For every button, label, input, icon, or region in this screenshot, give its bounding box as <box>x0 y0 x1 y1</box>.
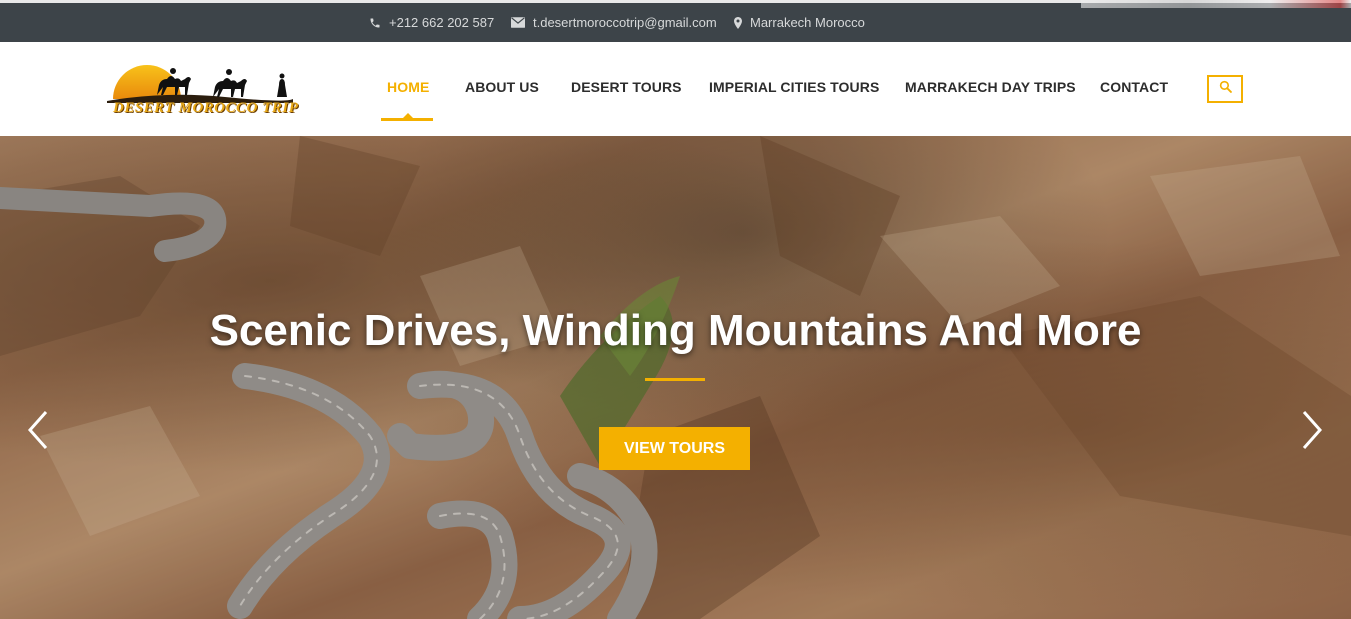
view-tours-button[interactable]: VIEW TOURS <box>599 427 750 470</box>
site-logo[interactable]: DESERT MOROCCO TRIP <box>105 57 299 119</box>
nav-item-desert-tours[interactable]: DESERT TOURS <box>571 79 682 95</box>
hero-title-divider <box>645 378 705 381</box>
site-header: DESERT MOROCCO TRIP HOME ABOUT US DESERT… <box>0 42 1351 136</box>
nav-item-home[interactable]: HOME <box>387 79 429 95</box>
active-nav-indicator <box>381 113 433 121</box>
nav-item-about-us[interactable]: ABOUT US <box>465 79 539 95</box>
contact-phone[interactable]: +212 662 202 587 <box>369 3 494 42</box>
email-address: t.desertmoroccotrip@gmail.com <box>533 15 717 30</box>
logo-text: DESERT MOROCCO TRIP <box>113 100 299 116</box>
map-marker-icon <box>734 16 742 29</box>
top-info-bar: +212 662 202 587 t.desertmoroccotrip@gma… <box>0 0 1351 42</box>
nav-item-marrakech-day-trips[interactable]: MARRAKECH DAY TRIPS <box>905 79 1076 95</box>
contact-location: Marrakech Morocco <box>734 3 865 42</box>
nav-item-contact[interactable]: CONTACT <box>1100 79 1168 95</box>
contact-email[interactable]: t.desertmoroccotrip@gmail.com <box>511 3 717 42</box>
search-button[interactable] <box>1207 75 1243 103</box>
search-icon <box>1219 80 1232 98</box>
phone-number: +212 662 202 587 <box>389 15 495 30</box>
slider-next-arrow[interactable] <box>1296 408 1326 452</box>
hero-slider: Scenic Drives, Winding Mountains And Mor… <box>0 136 1351 619</box>
chevron-left-icon <box>27 411 48 449</box>
phone-icon <box>369 17 381 29</box>
hero-title: Scenic Drives, Winding Mountains And Mor… <box>209 306 1142 355</box>
envelope-icon <box>511 17 525 28</box>
chevron-right-icon <box>1302 411 1323 449</box>
corner-image-strip <box>1081 0 1351 8</box>
location-text: Marrakech Morocco <box>750 15 865 30</box>
slider-prev-arrow[interactable] <box>24 408 54 452</box>
nav-item-imperial-cities-tours[interactable]: IMPERIAL CITIES TOURS <box>709 79 879 95</box>
